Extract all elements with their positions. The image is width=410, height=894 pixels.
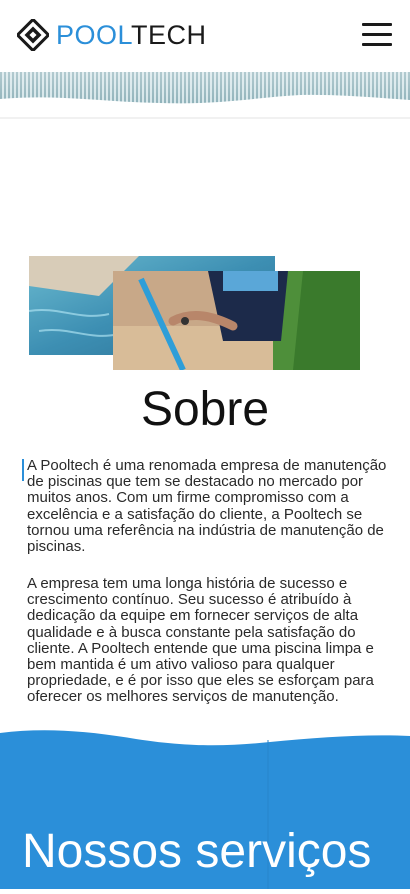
brand-name-tech: TECH: [131, 20, 207, 50]
brand-logo[interactable]: POOLTECH: [17, 19, 207, 51]
text-cursor: [22, 459, 24, 481]
pool-texture-banner: [0, 72, 410, 120]
brand-name-pool: POOL: [56, 20, 132, 50]
about-paragraph-1: A Pooltech é uma renomada empresa de man…: [27, 457, 387, 556]
services-title: Nossos serviços: [22, 825, 372, 878]
about-title: Sobre: [140, 383, 270, 436]
diamond-logo-icon: [17, 19, 49, 51]
hamburger-menu-icon[interactable]: [362, 23, 392, 47]
brand-name: POOLTECH: [56, 19, 207, 51]
about-photos: [0, 256, 410, 372]
pool-cleaning-photo: [113, 271, 360, 370]
about-paragraph-2: A empresa tem uma longa história de suce…: [27, 575, 374, 706]
site-header: POOLTECH: [0, 0, 410, 74]
